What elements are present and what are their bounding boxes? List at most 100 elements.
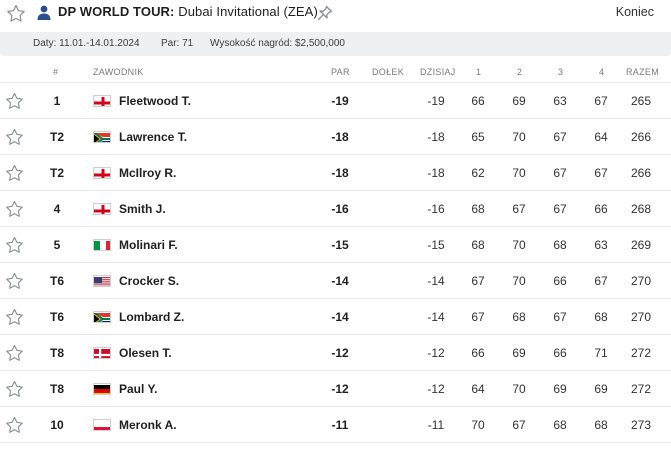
player-name[interactable]: Meronk A. bbox=[119, 418, 177, 432]
col-player: ZAWODNIK bbox=[93, 67, 144, 77]
round-1-score: 65 bbox=[471, 130, 485, 144]
table-row[interactable]: 5 Molinari F. -15 -15 68 70 68 63 269 bbox=[0, 226, 671, 262]
col-rank: # bbox=[53, 67, 59, 77]
round-1-score: 64 bbox=[471, 382, 485, 396]
table-row[interactable]: T2 McIlroy R. -18 -18 62 70 67 67 266 bbox=[0, 154, 671, 190]
position: T2 bbox=[49, 166, 64, 180]
round-2-score: 69 bbox=[512, 346, 526, 360]
today-score: -11 bbox=[427, 418, 445, 432]
player-name[interactable]: Molinari F. bbox=[119, 238, 178, 252]
col-round-4: 4 bbox=[599, 67, 605, 77]
col-round-3: 3 bbox=[558, 67, 564, 77]
player-name[interactable]: Crocker S. bbox=[119, 274, 179, 288]
round-2-score: 70 bbox=[512, 166, 526, 180]
today-score: -18 bbox=[427, 166, 445, 180]
italy-flag-icon bbox=[93, 239, 111, 251]
round-4-score: 67 bbox=[594, 94, 608, 108]
person-icon bbox=[37, 5, 51, 20]
today-score: -15 bbox=[427, 238, 445, 252]
tour-name: DP WORLD TOUR: bbox=[58, 4, 175, 19]
today-score: -19 bbox=[427, 94, 445, 108]
star-icon[interactable] bbox=[4, 199, 25, 220]
star-icon[interactable] bbox=[4, 163, 25, 184]
round-4-score: 68 bbox=[594, 418, 608, 432]
table-header: # ZAWODNIK PAR DOŁEK DZISIAJ 1 2 3 4 RAZ… bbox=[0, 62, 671, 82]
position: 4 bbox=[53, 202, 61, 216]
round-4-score: 71 bbox=[594, 346, 608, 360]
player-name[interactable]: Fleetwood T. bbox=[119, 94, 191, 108]
today-score: -12 bbox=[427, 382, 445, 396]
round-2-score: 68 bbox=[512, 310, 526, 324]
round-2-score: 69 bbox=[512, 94, 526, 108]
star-icon[interactable] bbox=[4, 271, 25, 292]
total-score: 268 bbox=[630, 202, 652, 216]
position: T2 bbox=[49, 130, 64, 144]
round-2-score: 70 bbox=[512, 130, 526, 144]
round-2-score: 67 bbox=[512, 202, 526, 216]
col-round-1: 1 bbox=[476, 67, 482, 77]
table-row[interactable]: 1 Fleetwood T. -19 -19 66 69 63 67 265 bbox=[0, 82, 671, 118]
round-3-score: 68 bbox=[553, 238, 567, 252]
star-icon[interactable] bbox=[4, 415, 25, 436]
table-row[interactable]: T8 Paul Y. -12 -12 64 70 69 69 272 bbox=[0, 370, 671, 406]
player-name[interactable]: Lawrence T. bbox=[119, 130, 187, 144]
tournament-header: DP WORLD TOUR: Dubai Invitational (ZEA) … bbox=[0, 0, 671, 32]
score-to-par: -19 bbox=[331, 94, 349, 108]
round-3-score: 69 bbox=[553, 382, 567, 396]
score-to-par: -14 bbox=[331, 274, 349, 288]
event-info-bar: Daty: 11.01.-14.01.2024 Par: 71 Wysokość… bbox=[0, 32, 671, 56]
denmark-flag-icon bbox=[93, 347, 111, 359]
round-3-score: 63 bbox=[553, 94, 567, 108]
south-africa-flag-icon bbox=[93, 131, 111, 143]
player-name[interactable]: Smith J. bbox=[119, 202, 166, 216]
total-score: 270 bbox=[630, 274, 652, 288]
position: 10 bbox=[50, 418, 64, 432]
round-2-score: 70 bbox=[512, 238, 526, 252]
star-icon[interactable] bbox=[4, 307, 25, 328]
round-4-score: 67 bbox=[594, 274, 608, 288]
table-row[interactable]: T6 Lombard Z. -14 -14 67 68 67 68 270 bbox=[0, 298, 671, 334]
player-name[interactable]: Olesen T. bbox=[119, 346, 172, 360]
star-icon[interactable] bbox=[5, 3, 27, 25]
col-thru: DOŁEK bbox=[372, 67, 405, 77]
england-flag-icon bbox=[93, 95, 111, 107]
round-1-score: 66 bbox=[471, 94, 485, 108]
player-name[interactable]: Lombard Z. bbox=[119, 310, 184, 324]
star-icon[interactable] bbox=[4, 127, 25, 148]
star-icon[interactable] bbox=[4, 91, 25, 112]
table-row[interactable]: T6 Crocker S. -14 -14 67 70 66 67 270 bbox=[0, 262, 671, 298]
position: 5 bbox=[53, 238, 61, 252]
table-row[interactable]: T8 Olesen T. -12 -12 66 69 66 71 272 bbox=[0, 334, 671, 370]
table-row[interactable]: 10 Meronk A. -11 -11 70 67 68 68 273 bbox=[0, 406, 671, 442]
today-score: -14 bbox=[427, 310, 445, 324]
position: T6 bbox=[49, 310, 64, 324]
prize-money: Wysokość nagród: $2,500,000 bbox=[210, 38, 345, 49]
round-3-score: 67 bbox=[553, 130, 567, 144]
usa-flag-icon bbox=[93, 275, 111, 287]
score-to-par: -14 bbox=[331, 310, 349, 324]
col-par: PAR bbox=[331, 67, 350, 77]
position: T8 bbox=[49, 382, 64, 396]
tournament-title[interactable]: DP WORLD TOUR: Dubai Invitational (ZEA) bbox=[58, 4, 318, 19]
round-4-score: 63 bbox=[594, 238, 608, 252]
star-icon[interactable] bbox=[4, 235, 25, 256]
today-score: -12 bbox=[427, 346, 445, 360]
col-round-2: 2 bbox=[517, 67, 523, 77]
round-1-score: 68 bbox=[471, 202, 485, 216]
score-to-par: -12 bbox=[331, 346, 349, 360]
player-name[interactable]: McIlroy R. bbox=[119, 166, 176, 180]
score-to-par: -18 bbox=[331, 130, 349, 144]
star-icon[interactable] bbox=[4, 343, 25, 364]
event-name: Dubai Invitational (ZEA) bbox=[178, 4, 318, 19]
star-icon[interactable] bbox=[4, 379, 25, 400]
total-score: 266 bbox=[630, 130, 652, 144]
round-3-score: 68 bbox=[553, 418, 567, 432]
south-africa-flag-icon bbox=[93, 311, 111, 323]
pin-icon[interactable] bbox=[316, 4, 334, 22]
position: T8 bbox=[49, 346, 64, 360]
player-name[interactable]: Paul Y. bbox=[119, 382, 157, 396]
table-row[interactable]: 4 Smith J. -16 -16 68 67 67 66 268 bbox=[0, 190, 671, 226]
position: 1 bbox=[53, 94, 61, 108]
round-2-score: 70 bbox=[512, 274, 526, 288]
table-row[interactable]: T2 Lawrence T. -18 -18 65 70 67 64 266 bbox=[0, 118, 671, 154]
